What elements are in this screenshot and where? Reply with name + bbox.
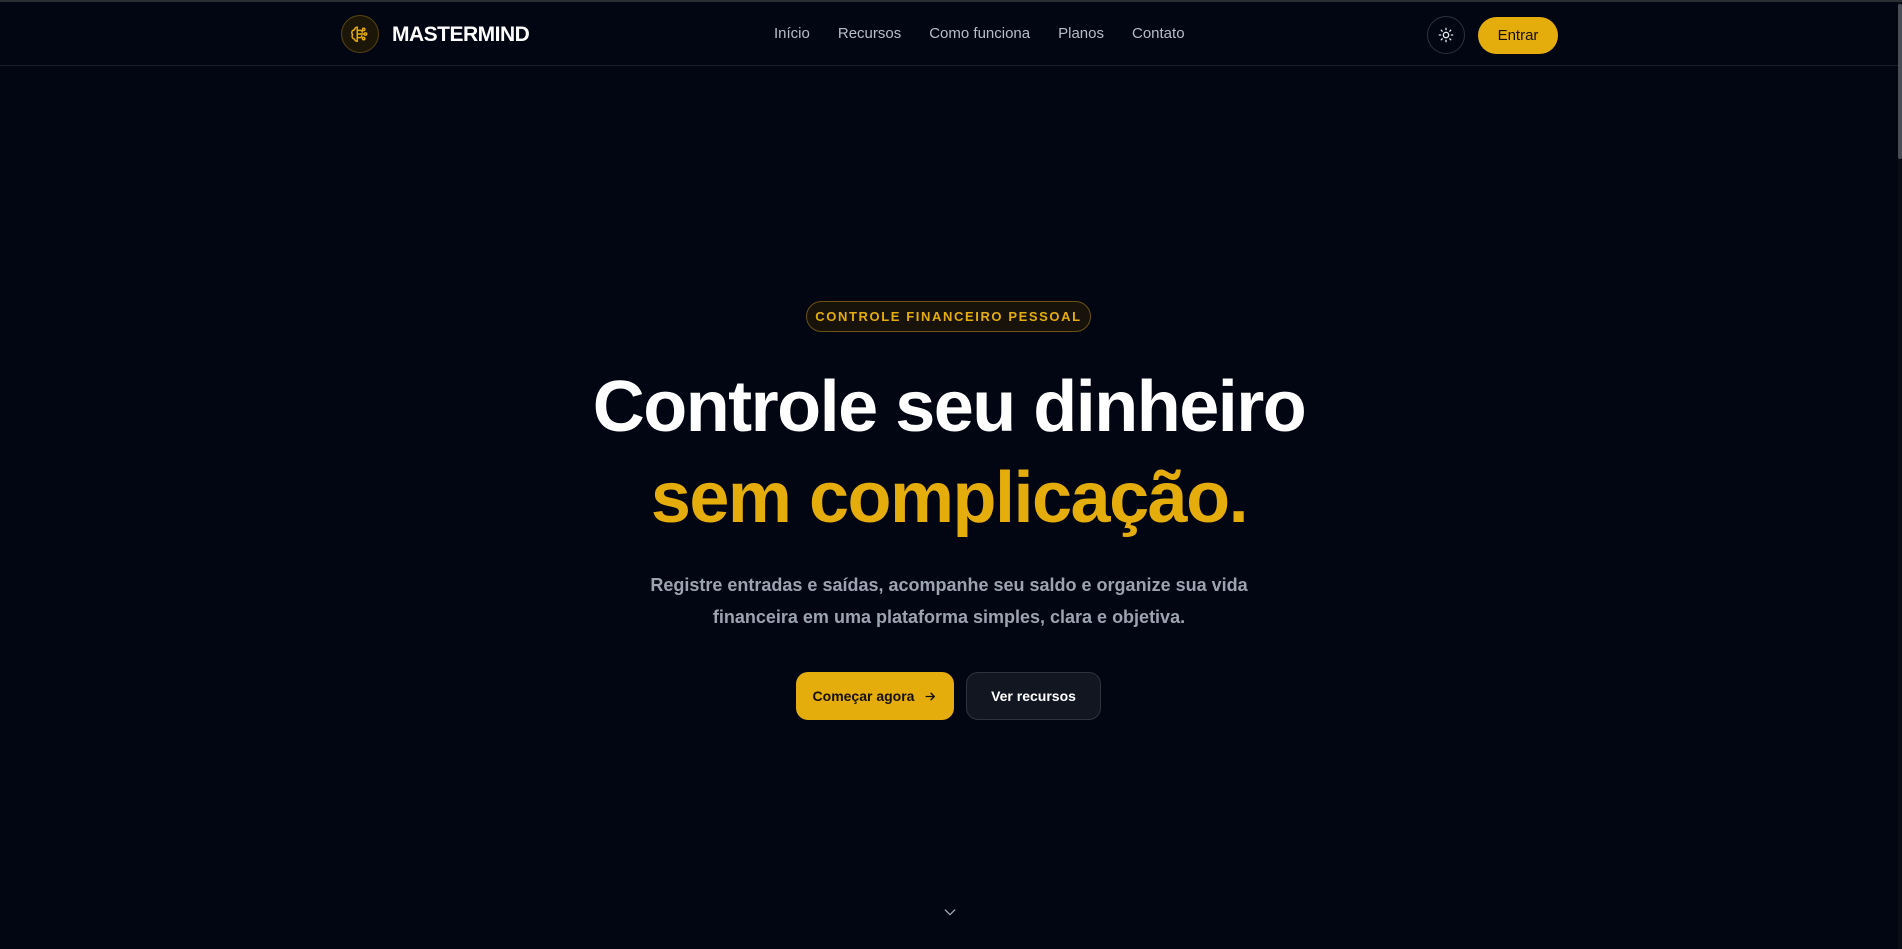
hero-subtitle: Registre entradas e saídas, acompanhe se… (620, 569, 1278, 633)
landing-page: MASTERMIND Início Recursos Como funciona… (0, 0, 1902, 949)
brand-name[interactable]: MASTERMIND (392, 22, 530, 48)
start-now-button[interactable]: Começar agora (796, 672, 954, 720)
theme-toggle-button[interactable] (1427, 16, 1465, 54)
nav-item-contato[interactable]: Contato (1132, 24, 1185, 44)
hero-title-line1: Controle seu dinheiro (592, 367, 1307, 447)
nav-item-recursos[interactable]: Recursos (838, 24, 901, 44)
hero-badge: CONTROLE FINANCEIRO PESSOAL (806, 301, 1091, 332)
brand-logo[interactable] (341, 15, 379, 53)
login-button[interactable]: Entrar (1478, 17, 1558, 54)
page-scrollbar[interactable] (1898, 2, 1902, 949)
nav-item-como-funciona[interactable]: Como funciona (929, 24, 1030, 44)
chevron-down-icon (944, 909, 956, 916)
scroll-down-button[interactable] (940, 902, 960, 922)
arrow-right-icon (925, 692, 936, 700)
nav-item-inicio[interactable]: Início (774, 24, 810, 44)
top-header: MASTERMIND Início Recursos Como funciona… (0, 2, 1898, 66)
brain-icon (351, 26, 368, 43)
sun-icon (1438, 27, 1454, 43)
nav-item-planos[interactable]: Planos (1058, 24, 1104, 44)
main-nav: Início Recursos Como funciona Planos Con… (774, 24, 1213, 44)
hero-title-line2: sem complicação. (650, 458, 1249, 538)
start-now-label: Começar agora (812, 688, 915, 704)
view-features-button[interactable]: Ver recursos (966, 672, 1101, 720)
scrollbar-thumb[interactable] (1898, 4, 1902, 159)
hero-subtitle-line1: Registre entradas e saídas, acompanhe se… (650, 575, 1248, 595)
hero-subtitle-line2: financeira em uma plataforma simples, cl… (712, 607, 1186, 627)
